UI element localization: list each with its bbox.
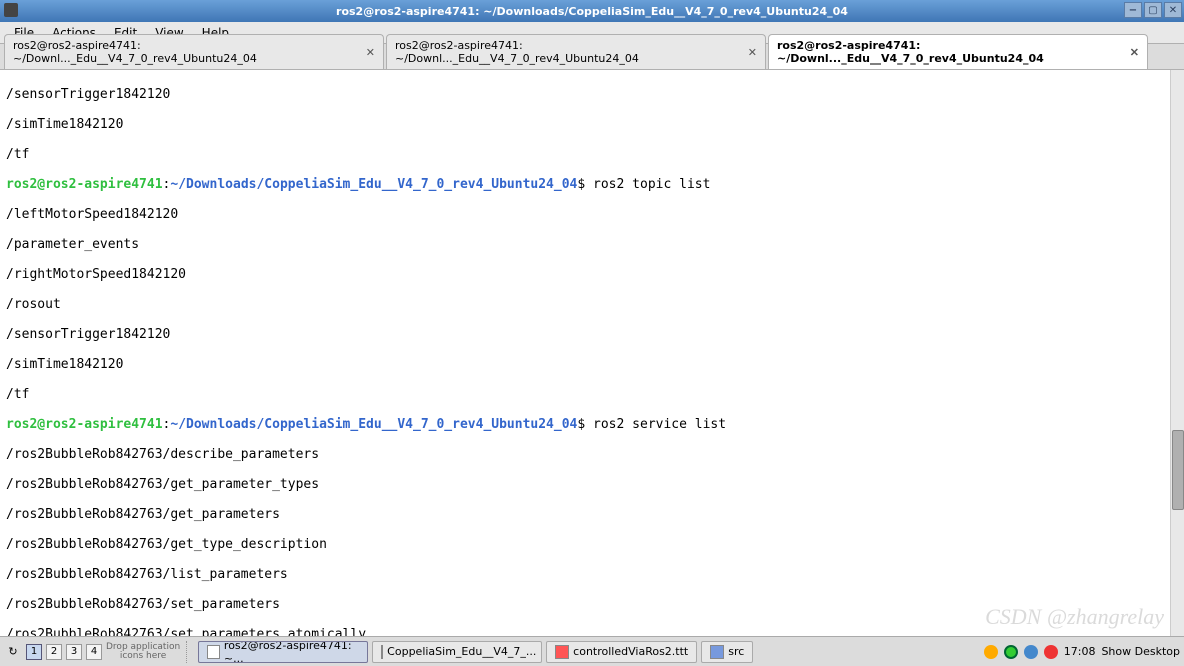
output-line: /leftMotorSpeed1842120 <box>6 207 1178 222</box>
output-line: /ros2BubbleRob842763/describe_parameters <box>6 447 1178 462</box>
tab-label: ros2@ros2-aspire4741: ~/Downl..._Edu__V4… <box>777 39 1124 65</box>
command-text: ros2 topic list <box>585 177 710 192</box>
maximize-button[interactable]: ▢ <box>1144 2 1162 18</box>
clock[interactable]: 17:08 <box>1064 645 1096 658</box>
terminal-output[interactable]: /sensorTrigger1842120 /simTime1842120 /t… <box>0 70 1184 636</box>
file-icon <box>555 645 569 659</box>
taskbar-task-ttt[interactable]: controlledViaRos2.ttt <box>546 641 697 663</box>
minimize-button[interactable]: − <box>1124 2 1142 18</box>
prompt-path: ~/Downloads/CoppeliaSim_Edu__V4_7_0_rev4… <box>170 177 577 192</box>
workspace-3[interactable]: 3 <box>66 644 82 660</box>
prompt-path: ~/Downloads/CoppeliaSim_Edu__V4_7_0_rev4… <box>170 417 577 432</box>
prompt-user: ros2@ros2-aspire4741 <box>6 177 163 192</box>
workspace-1[interactable]: 1 <box>26 644 42 660</box>
terminal-icon <box>207 645 220 659</box>
output-line: /tf <box>6 387 1178 402</box>
workspace-4[interactable]: 4 <box>86 644 102 660</box>
tray-icon[interactable] <box>1024 645 1038 659</box>
output-line: /rosout <box>6 297 1178 312</box>
tab-close-icon[interactable]: ✕ <box>748 46 757 59</box>
output-line: /ros2BubbleRob842763/get_parameters <box>6 507 1178 522</box>
drop-icons-label: Drop applicationicons here <box>106 643 180 661</box>
output-line: /rightMotorSpeed1842120 <box>6 267 1178 282</box>
output-line: /tf <box>6 147 1178 162</box>
taskbar-task-terminal[interactable]: ros2@ros2-aspire4741: ~... <box>198 641 368 663</box>
window-title: ros2@ros2-aspire4741: ~/Downloads/Coppel… <box>336 5 848 18</box>
app-icon <box>4 3 18 17</box>
output-line: /sensorTrigger1842120 <box>6 87 1178 102</box>
terminal-tab-1[interactable]: ros2@ros2-aspire4741: ~/Downl..._Edu__V4… <box>4 34 384 69</box>
prompt-user: ros2@ros2-aspire4741 <box>6 417 163 432</box>
scrollbar-thumb[interactable] <box>1172 430 1184 510</box>
close-button[interactable]: ✕ <box>1164 2 1182 18</box>
output-line: /simTime1842120 <box>6 117 1178 132</box>
tabbar: ros2@ros2-aspire4741: ~/Downl..._Edu__V4… <box>0 44 1184 70</box>
output-line: /simTime1842120 <box>6 357 1178 372</box>
tray-icon[interactable] <box>984 645 998 659</box>
output-line: /ros2BubbleRob842763/set_parameters <box>6 597 1178 612</box>
workspace-2[interactable]: 2 <box>46 644 62 660</box>
window-titlebar: ros2@ros2-aspire4741: ~/Downloads/Coppel… <box>0 0 1184 22</box>
scrollbar[interactable] <box>1170 70 1184 636</box>
output-line: /ros2BubbleRob842763/get_parameter_types <box>6 477 1178 492</box>
command-text: ros2 service list <box>585 417 726 432</box>
tab-close-icon[interactable]: ✕ <box>366 46 375 59</box>
output-line: /ros2BubbleRob842763/get_type_descriptio… <box>6 537 1178 552</box>
folder-icon <box>710 645 724 659</box>
tray-icon[interactable] <box>1044 645 1058 659</box>
system-tray: 17:08 Show Desktop <box>984 645 1180 659</box>
tab-label: ros2@ros2-aspire4741: ~/Downl..._Edu__V4… <box>395 39 742 65</box>
output-line: /sensorTrigger1842120 <box>6 327 1178 342</box>
terminal-tab-2[interactable]: ros2@ros2-aspire4741: ~/Downl..._Edu__V4… <box>386 34 766 69</box>
separator <box>186 641 192 663</box>
tab-label: ros2@ros2-aspire4741: ~/Downl..._Edu__V4… <box>13 39 360 65</box>
tray-icon[interactable] <box>1004 645 1018 659</box>
app-icon <box>381 645 383 659</box>
prompt-line: ros2@ros2-aspire4741:~/Downloads/Coppeli… <box>6 177 1178 192</box>
cycle-windows-icon[interactable]: ↻ <box>4 643 22 661</box>
tab-close-icon[interactable]: ✕ <box>1130 46 1139 59</box>
terminal-tab-3[interactable]: ros2@ros2-aspire4741: ~/Downl..._Edu__V4… <box>768 34 1148 69</box>
output-line: /ros2BubbleRob842763/set_parameters_atom… <box>6 627 1178 636</box>
taskbar: ↻ 1 2 3 4 Drop applicationicons here ros… <box>0 636 1184 666</box>
taskbar-task-coppeliasim[interactable]: CoppeliaSim_Edu__V4_7_... <box>372 641 542 663</box>
output-line: /parameter_events <box>6 237 1178 252</box>
output-line: /ros2BubbleRob842763/list_parameters <box>6 567 1178 582</box>
prompt-line: ros2@ros2-aspire4741:~/Downloads/Coppeli… <box>6 417 1178 432</box>
taskbar-task-src[interactable]: src <box>701 641 753 663</box>
show-desktop-button[interactable]: Show Desktop <box>1101 645 1180 658</box>
